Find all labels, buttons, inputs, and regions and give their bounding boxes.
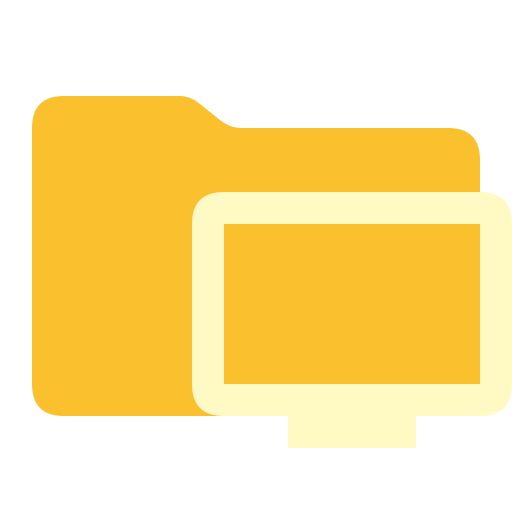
monitor-screen bbox=[224, 224, 480, 384]
folder-desktop-graphic bbox=[32, 96, 512, 448]
folder-desktop-icon bbox=[0, 0, 512, 512]
